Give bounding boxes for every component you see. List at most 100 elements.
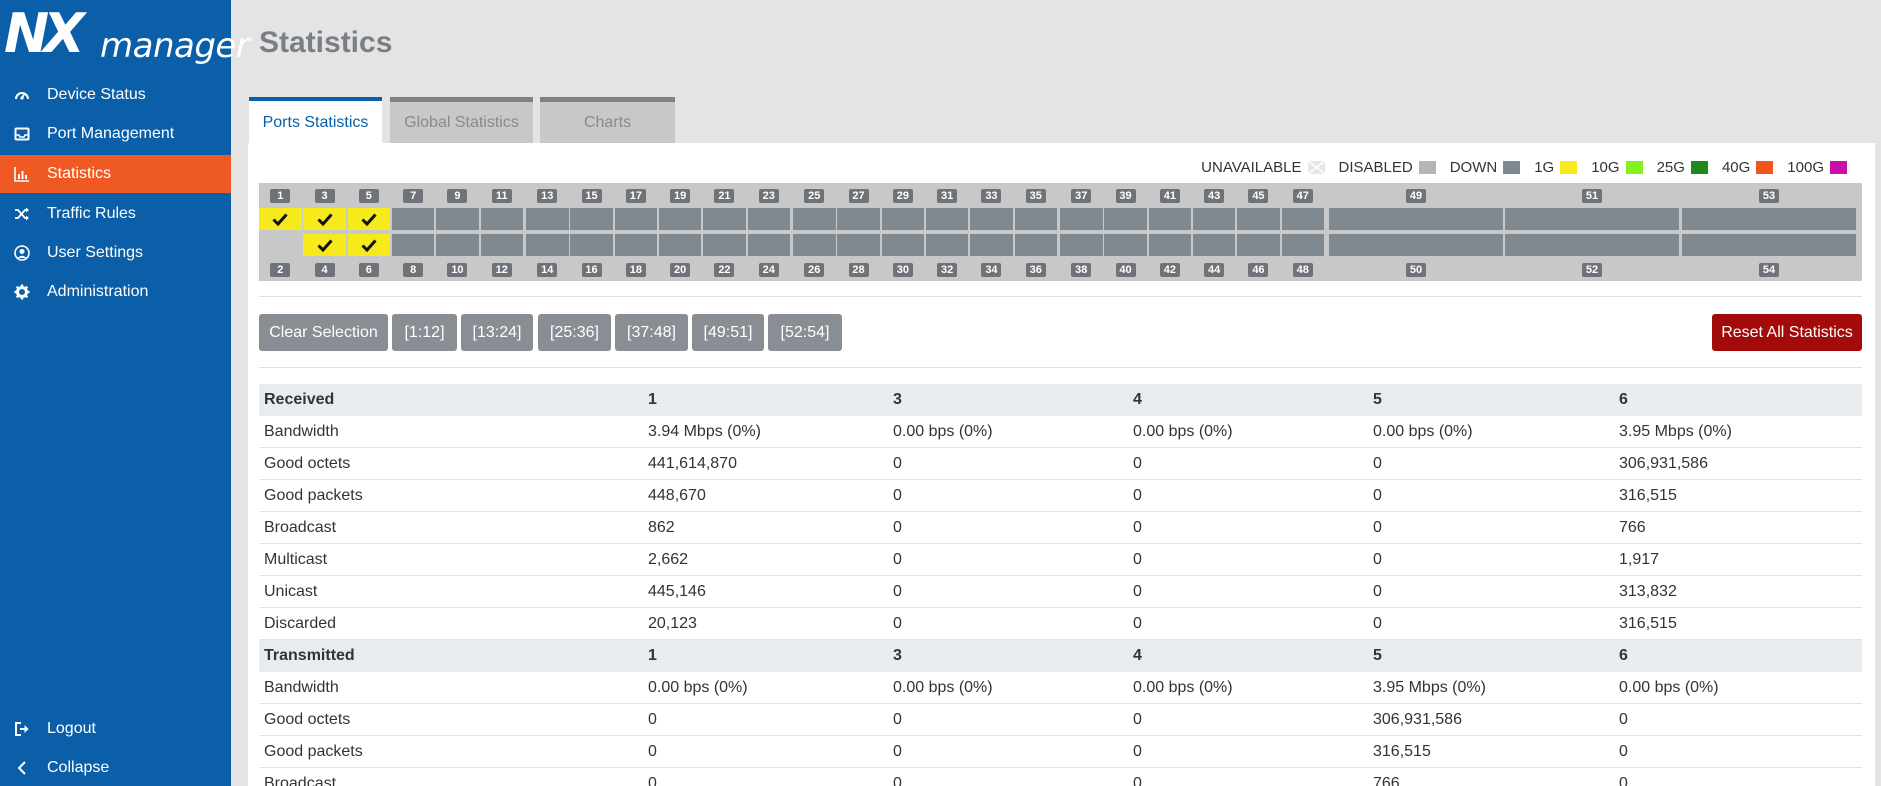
port-cell[interactable]	[259, 208, 302, 230]
port-cell[interactable]	[480, 234, 523, 256]
port-cell[interactable]	[1148, 234, 1192, 256]
sidebar-item-label: Logout	[47, 720, 96, 737]
port-cell[interactable]	[658, 234, 702, 256]
port-cell[interactable]	[837, 208, 880, 230]
port-cell[interactable]	[1682, 208, 1856, 230]
sidebar-item-traffic-rules[interactable]: Traffic Rules	[0, 195, 231, 233]
port-cell[interactable]	[703, 234, 746, 256]
range-button-13-24[interactable]: [13:24]	[461, 314, 533, 351]
port-cell[interactable]	[526, 208, 569, 230]
port-cell[interactable]	[1148, 208, 1192, 230]
range-button-25-36[interactable]: [25:36]	[538, 314, 611, 351]
clear-selection-button[interactable]: Clear Selection	[259, 314, 388, 351]
port-cell[interactable]	[1014, 234, 1057, 256]
port-cell[interactable]	[436, 208, 479, 230]
sidebar-item-port-management[interactable]: Port Management	[0, 115, 231, 153]
range-button-1-12[interactable]: [1:12]	[392, 314, 457, 351]
port-cell[interactable]	[1237, 208, 1280, 230]
port-cell[interactable]	[391, 208, 435, 230]
port-cell[interactable]	[1060, 208, 1103, 230]
tab-charts[interactable]: Charts	[540, 97, 675, 144]
port-cell[interactable]	[1329, 208, 1503, 230]
port-cell[interactable]	[1281, 208, 1324, 230]
sidebar-item-user-settings[interactable]: User Settings	[0, 234, 231, 272]
range-button-37-48[interactable]: [37:48]	[615, 314, 688, 351]
port-cell[interactable]	[480, 208, 523, 230]
range-button-52-54[interactable]: [52:54]	[768, 314, 842, 351]
table-row: Broadcast 862 0 0 0 766	[259, 512, 1862, 544]
port-cell[interactable]	[837, 234, 880, 256]
port-cell[interactable]	[347, 234, 391, 256]
table-row: Bandwidth 0.00 bps (0%) 0.00 bps (0%) 0.00 …	[259, 672, 1862, 704]
port-column-header: 5	[1373, 391, 1382, 408]
port-cell[interactable]	[747, 208, 790, 230]
divider	[259, 296, 1862, 297]
port-label: 19	[670, 189, 691, 203]
port-cell[interactable]	[1060, 234, 1103, 256]
port-cell[interactable]	[970, 234, 1013, 256]
cell-value: 0	[1373, 583, 1382, 600]
port-cell[interactable]	[1505, 234, 1679, 256]
legend-item-unavailable: UNAVAILABLE	[1201, 159, 1325, 176]
port-cell[interactable]	[747, 234, 790, 256]
app-logo[interactable]: NX manager	[4, 6, 250, 68]
port-cell[interactable]	[658, 208, 702, 230]
port-cell[interactable]	[526, 234, 569, 256]
port-cell[interactable]	[793, 234, 836, 256]
sidebar-item-device-status[interactable]: Device Status	[0, 76, 231, 114]
port-label: 7	[403, 189, 424, 203]
legend-item-disabled: DISABLED	[1339, 159, 1436, 176]
port-cell[interactable]	[881, 234, 925, 256]
port-cell[interactable]	[347, 208, 391, 230]
port-cell[interactable]	[1281, 234, 1324, 256]
cell-value: 3.94 Mbps (0%)	[648, 423, 761, 440]
port-label: 23	[758, 189, 779, 203]
sidebar-item-statistics[interactable]: Statistics	[0, 155, 231, 193]
port-cell[interactable]	[925, 234, 969, 256]
port-cell[interactable]	[614, 208, 658, 230]
port-cell[interactable]	[1104, 234, 1147, 256]
logout-button[interactable]: Logout	[0, 710, 231, 748]
port-label: 18	[625, 263, 646, 277]
sidebar-item-label: User Settings	[47, 244, 144, 261]
port-cell[interactable]	[391, 234, 435, 256]
port-label: 6	[358, 263, 379, 277]
cell-value: 0	[1133, 711, 1142, 728]
port-cell[interactable]	[1192, 234, 1236, 256]
port-cell[interactable]	[1237, 234, 1280, 256]
port-cell[interactable]	[793, 208, 836, 230]
port-cell[interactable]	[570, 208, 613, 230]
legend-item-40g: 40G	[1722, 159, 1774, 176]
port-label: 33	[981, 189, 1002, 203]
legend-item-1g: 1G	[1534, 159, 1578, 176]
port-cell[interactable]	[703, 208, 746, 230]
port-cell[interactable]	[303, 234, 346, 256]
sidebar-item-administration[interactable]: Administration	[0, 273, 231, 311]
port-cell[interactable]	[1682, 234, 1856, 256]
port-cell[interactable]	[1329, 234, 1503, 256]
collapse-button[interactable]: Collapse	[0, 749, 231, 786]
port-label: 53	[1759, 189, 1779, 203]
port-column-header: 4	[1133, 391, 1142, 408]
port-cell[interactable]	[259, 234, 302, 256]
port-cell[interactable]	[614, 234, 658, 256]
port-cell[interactable]	[303, 208, 346, 230]
reset-all-statistics-button[interactable]: Reset All Statistics	[1712, 314, 1862, 351]
port-cell[interactable]	[1104, 208, 1147, 230]
tab-ports-statistics[interactable]: Ports Statistics	[249, 97, 382, 144]
port-cell[interactable]	[925, 208, 969, 230]
port-cell[interactable]	[1192, 208, 1236, 230]
port-cell[interactable]	[881, 208, 925, 230]
port-cell[interactable]	[1505, 208, 1679, 230]
legend-swatch	[1503, 160, 1521, 174]
port-cell[interactable]	[436, 234, 479, 256]
cell-value: 0.00 bps (0%)	[1133, 423, 1233, 440]
range-button-49-51[interactable]: [49:51]	[692, 314, 764, 351]
port-cell[interactable]	[970, 208, 1013, 230]
port-cell[interactable]	[570, 234, 613, 256]
cell-value: 0	[1133, 615, 1142, 632]
tab-global-statistics[interactable]: Global Statistics	[390, 97, 533, 144]
port-label: 17	[625, 189, 646, 203]
port-cell[interactable]	[1014, 208, 1057, 230]
row-label: Good packets	[264, 743, 363, 760]
